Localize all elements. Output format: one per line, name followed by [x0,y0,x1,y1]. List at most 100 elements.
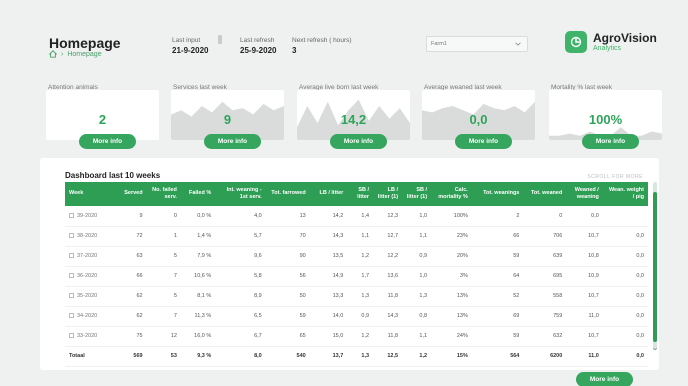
table-cell: 9 [139,212,143,219]
week-label: 37-2020 [77,253,98,259]
table-cell: 4,0 [254,212,262,219]
total-cell: 1,2 [419,353,428,359]
table-cell: 10,7 [588,293,599,299]
kpi-card-weaned: Average weaned last week 0,0 More info [422,84,535,149]
logo: AgroVision Analytics [565,31,657,53]
more-info-button[interactable]: More info [330,134,387,149]
column-header[interactable]: Int. weaning - 1st serv. [215,182,265,206]
total-cell: 11,0 [588,353,599,359]
breadcrumb-link-homepage[interactable]: Homepage [67,51,101,58]
row-checkbox[interactable] [69,233,74,239]
table-cell: 2 [516,212,520,219]
column-header[interactable]: Tot. weanings [472,182,524,206]
row-checkbox[interactable] [69,293,74,299]
kpi-box: 0,0 [422,90,535,140]
table-cell: 12,2 [387,253,399,259]
week-label: 38-2020 [77,233,98,239]
table-cell: 50 [299,293,306,299]
farm-select[interactable]: Farm1 [426,36,528,52]
table-row[interactable]: 33-2020 75 12 16,0 % 6,7 65 15,0 1,2 11,8 1,1 24% 5… [65,326,648,346]
row-checkbox[interactable] [69,253,74,259]
logo-mark-icon [565,31,587,53]
more-info-button[interactable]: More info [582,134,639,149]
total-cell: 8,0 [254,353,262,359]
table-row[interactable]: 35-2020 62 5 8,1 % 8,9 50 13,3 1,3 11,8 1,3 13% 52 5… [65,286,648,306]
table-cell: 1,1 [361,233,370,239]
table-cell: 12,3 [387,212,399,219]
table-row[interactable]: 38-2020 72 1 1,4 % 5,7 70 14,3 1,1 12,7 1,1 23% 66 7… [65,226,648,246]
table-header-row: Week Served No. failed serv. Failed % Int. w… [65,182,648,206]
table-cell: 14,3 [387,313,399,319]
row-checkbox[interactable] [69,273,74,279]
column-header[interactable]: Week [65,182,119,206]
table-cell: 13% [456,293,468,299]
table-cell: 11,3 % [194,313,212,319]
column-header[interactable]: LB / litter (1) [373,182,402,206]
table-cell: 24% [456,333,468,339]
table-cell: 62 [136,313,143,319]
next-refresh-value: 3 [292,46,297,55]
total-cell: 564 [510,353,520,359]
column-header[interactable]: No. failed serv. [147,182,181,206]
scrollbar-thumb[interactable] [653,192,657,342]
kpi-box: 100% [549,90,662,140]
column-header[interactable]: Tot. weaned [523,182,566,206]
row-checkbox[interactable] [69,333,74,339]
table-cell: 1,2 [361,253,370,259]
table-row[interactable]: 37-2020 63 5 7,9 % 9,6 90 13,5 1,2 12,2 0,9 20% 59 6… [65,246,648,266]
week-cell: 36-2020 [65,266,119,286]
row-checkbox[interactable] [69,313,74,319]
row-checkbox[interactable] [69,212,74,218]
column-header[interactable]: Weaned / weaning [566,182,603,206]
table-cell: 90 [299,253,306,259]
more-info-button[interactable]: More info [79,134,136,149]
column-header[interactable]: LB / litter [310,182,348,206]
table-cell: 0 [173,212,177,219]
column-header[interactable]: Served [119,182,147,206]
more-info-button[interactable]: More info [455,134,512,149]
column-header[interactable]: SB / litter (1) [402,182,431,206]
kpi-value: 14,2 [340,112,367,127]
table-cell: 5 [173,253,177,259]
chevron-down-icon[interactable] [652,346,658,352]
table-row[interactable]: 36-2020 66 7 10,6 % 5,8 56 14,9 1,7 13,6 1,0 3% 64 6… [65,266,648,286]
table-cell: 13 [299,212,306,219]
column-header[interactable]: Wean. weight / pig [603,182,648,206]
column-header[interactable]: Failed % [181,182,215,206]
table-cell: 5,8 [254,273,262,279]
table-cell: 11,8 [387,293,399,299]
table-row[interactable]: 34-2020 62 7 11,3 % 6,5 59 14,0 0,9 14,3 0,8 13% 69… [65,306,648,326]
panel-title: Dashboard last 10 weeks [65,171,161,180]
table-row[interactable]: 39-2020 9 0 0,0 % 4,0 13 14,2 1,4 12,3 1,0 100% 2 0 0… [65,206,648,226]
table-cell: 62 [136,293,143,299]
divider-handle [218,35,222,44]
table-cell: 23% [456,233,468,239]
column-header[interactable]: Calc. mortality % [431,182,472,206]
total-cell: 15% [456,353,468,359]
table-cell: 0,0 [636,273,644,279]
dashboard-table[interactable]: Week Served No. failed serv. Failed % Int. w… [65,182,650,368]
table-cell: 75 [136,333,143,339]
column-header[interactable]: Tot. farrowed [266,182,310,206]
table-cell: 558 [553,293,563,299]
table-cell: 0,0 [636,253,644,259]
table-cell: 59 [513,253,520,259]
table-cell: 14,9 [332,273,344,279]
table-cell: 0,0 [591,212,599,219]
table-scrollbar[interactable] [653,182,657,350]
home-icon[interactable] [49,50,57,58]
last-input-value: 21-9-2020 [172,46,209,55]
header: Homepage › Homepage Last input 21-9-2020… [0,0,688,80]
scroll-hint: SCROLL FOR MORE [587,174,643,180]
more-info-button[interactable]: More info [204,134,261,149]
table-cell: 10,8 [588,253,599,259]
table-total-row: Totaal 569 53 9,3 % 8,0 540 13,7 1,3 12,5 1,2 15% 5… [65,346,648,366]
week-cell: 33-2020 [65,326,119,346]
more-info-button-table[interactable]: More info [576,372,633,386]
table-cell: 1,2 [361,333,370,339]
table-cell: 1,0 [419,273,428,279]
column-header[interactable]: SB / litter [347,182,373,206]
table-cell: 13% [456,313,468,319]
chevron-right-icon: › [61,50,64,58]
table-cell: 1 [173,233,177,239]
